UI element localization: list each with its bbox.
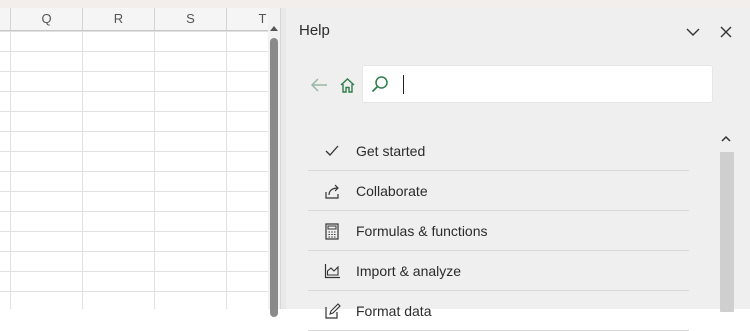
column-header-s[interactable]: S [154, 8, 226, 30]
help-topic-get-started[interactable]: Get started [308, 131, 689, 171]
help-pane: Help Get started Collaborate Formulas & … [286, 8, 750, 331]
column-header-t[interactable]: T [226, 8, 268, 30]
sheet-vertical-scrollbar[interactable] [268, 8, 280, 317]
help-topic-label: Formulas & functions [356, 223, 488, 239]
checkmark-icon [323, 142, 341, 160]
column-header-q[interactable]: Q [10, 8, 82, 30]
text-cursor [403, 75, 404, 94]
calculator-icon [323, 222, 341, 240]
search-icon [371, 76, 388, 93]
help-topic-label: Get started [356, 143, 426, 159]
close-icon [720, 26, 732, 38]
close-button[interactable] [716, 22, 736, 42]
back-button[interactable] [309, 75, 329, 95]
column-header-r[interactable]: R [82, 8, 154, 30]
chevron-down-icon [686, 28, 700, 36]
scroll-up-arrow-icon[interactable] [269, 24, 279, 34]
help-topic-label: Format data [356, 303, 432, 319]
share-icon [323, 182, 341, 200]
home-icon [340, 77, 354, 93]
pane-vertical-scrollbar[interactable] [718, 133, 734, 312]
pane-options-button[interactable] [683, 22, 703, 42]
help-topic-format-data[interactable]: Format data [308, 291, 689, 331]
help-topic-label: Collaborate [356, 183, 428, 199]
edit-icon [323, 302, 341, 320]
column-header-row: Q R S T [0, 8, 268, 31]
home-button[interactable] [337, 75, 357, 95]
pane-scrollbar-thumb[interactable] [720, 152, 734, 312]
window-top-strip [0, 0, 750, 8]
search-input[interactable] [399, 72, 699, 96]
help-topic-formulas-functions[interactable]: Formulas & functions [308, 211, 689, 251]
chart-icon [323, 262, 341, 280]
help-topic-collaborate[interactable]: Collaborate [308, 171, 689, 211]
help-topic-label: Import & analyze [356, 263, 462, 279]
cell-grid[interactable] [0, 31, 268, 309]
sheet-scrollbar-thumb[interactable] [270, 38, 278, 317]
pane-title: Help [299, 22, 330, 39]
chevron-up-icon[interactable] [720, 133, 732, 145]
search-box[interactable] [363, 66, 712, 102]
spreadsheet-grid-area[interactable]: Q R S T [0, 8, 268, 309]
back-arrow-icon [310, 78, 327, 92]
help-topic-import-analyze[interactable]: Import & analyze [308, 251, 689, 291]
help-topic-list: Get started Collaborate Formulas & funct… [308, 131, 689, 331]
